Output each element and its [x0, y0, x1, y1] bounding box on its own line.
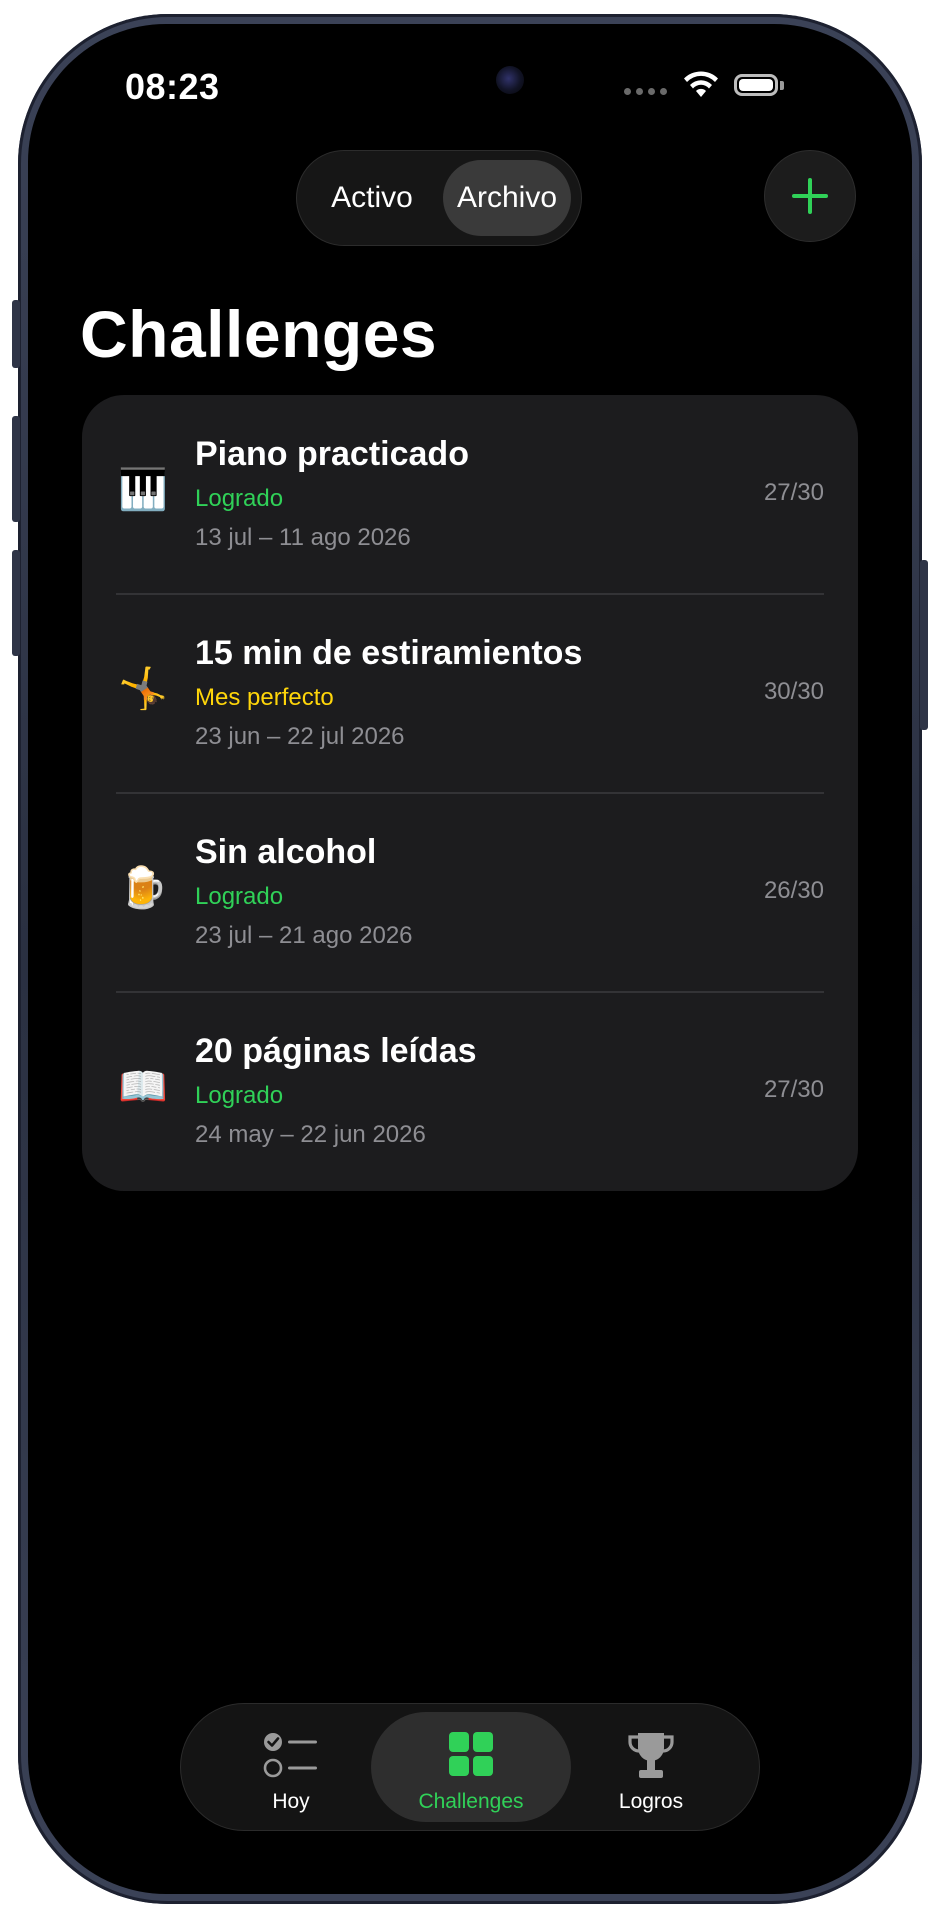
challenge-title: Sin alcohol: [195, 833, 377, 871]
challenge-dates: 23 jul – 21 ago 2026: [195, 922, 413, 949]
challenge-progress: 30/30: [763, 678, 824, 705]
tab-challenges[interactable]: Challenges: [371, 1712, 571, 1822]
piano-keyboard-icon: 🎹: [118, 468, 168, 512]
segment-archivo[interactable]: Archivo: [443, 160, 571, 236]
challenge-dates: 13 jul – 11 ago 2026: [195, 524, 411, 551]
challenge-title: 15 min de estiramientos: [195, 634, 583, 672]
wifi-icon: [684, 71, 718, 97]
checklist-icon: [263, 1733, 317, 1778]
list-item[interactable]: 🤸 15 min de estiramientos Mes perfecto 2…: [82, 594, 858, 793]
power-button: [920, 560, 928, 730]
tab-hoy[interactable]: Hoy: [211, 1712, 371, 1822]
challenge-status: Logrado: [195, 485, 284, 512]
front-camera: [496, 66, 524, 94]
add-challenge-button[interactable]: [764, 150, 856, 242]
cartwheel-person-icon: 🤸: [118, 667, 168, 711]
challenge-title: Piano practicado: [195, 435, 469, 473]
dynamic-island: [324, 48, 560, 116]
challenge-title: 20 páginas leídas: [195, 1032, 477, 1070]
tab-logros-label: Logros: [618, 1790, 684, 1813]
tab-challenges-label: Challenges: [418, 1790, 524, 1813]
challenge-status: Logrado: [195, 883, 284, 910]
list-item[interactable]: 📖 20 páginas leídas Logrado 24 may – 22 …: [82, 992, 858, 1191]
grid-icon: [449, 1732, 493, 1776]
list-item[interactable]: 🍺 Sin alcohol Logrado 23 jul – 21 ago 20…: [82, 793, 858, 992]
device-mockup: 08:23 Activo Archivo Challenges 🎹 Piano …: [0, 0, 940, 1918]
challenge-progress: 27/30: [763, 1076, 824, 1103]
challenge-status: Mes perfecto: [195, 684, 334, 711]
challenges-list: 🎹 Piano practicado Logrado 13 jul – 11 a…: [82, 395, 858, 1191]
challenge-progress: 26/30: [763, 877, 824, 904]
volume-up-button: [12, 416, 20, 522]
tab-bar: Hoy Challenges Logros: [180, 1703, 760, 1831]
battery-tip: [780, 81, 784, 90]
tab-hoy-label: Hoy: [272, 1790, 310, 1813]
segment-activo[interactable]: Activo: [307, 160, 437, 236]
open-book-icon: 📖: [118, 1065, 168, 1109]
tab-logros[interactable]: Logros: [571, 1712, 731, 1822]
cellular-signal-icon: [624, 88, 667, 95]
archive-segmented-control: Activo Archivo: [296, 150, 582, 246]
volume-down-button: [12, 550, 20, 656]
battery-icon: [734, 74, 778, 96]
status-time: 08:23: [125, 66, 220, 107]
page-title: Challenges: [80, 297, 438, 371]
challenge-status: Logrado: [195, 1082, 284, 1109]
action-button: [12, 300, 20, 368]
list-item[interactable]: 🎹 Piano practicado Logrado 13 jul – 11 a…: [82, 395, 858, 594]
challenge-dates: 24 may – 22 jun 2026: [195, 1121, 426, 1148]
challenge-progress: 27/30: [763, 479, 824, 506]
challenge-dates: 23 jun – 22 jul 2026: [195, 723, 405, 750]
plus-icon-vertical: [808, 178, 812, 214]
trophy-icon: [628, 1733, 674, 1778]
beer-mug-icon: 🍺: [118, 866, 168, 910]
